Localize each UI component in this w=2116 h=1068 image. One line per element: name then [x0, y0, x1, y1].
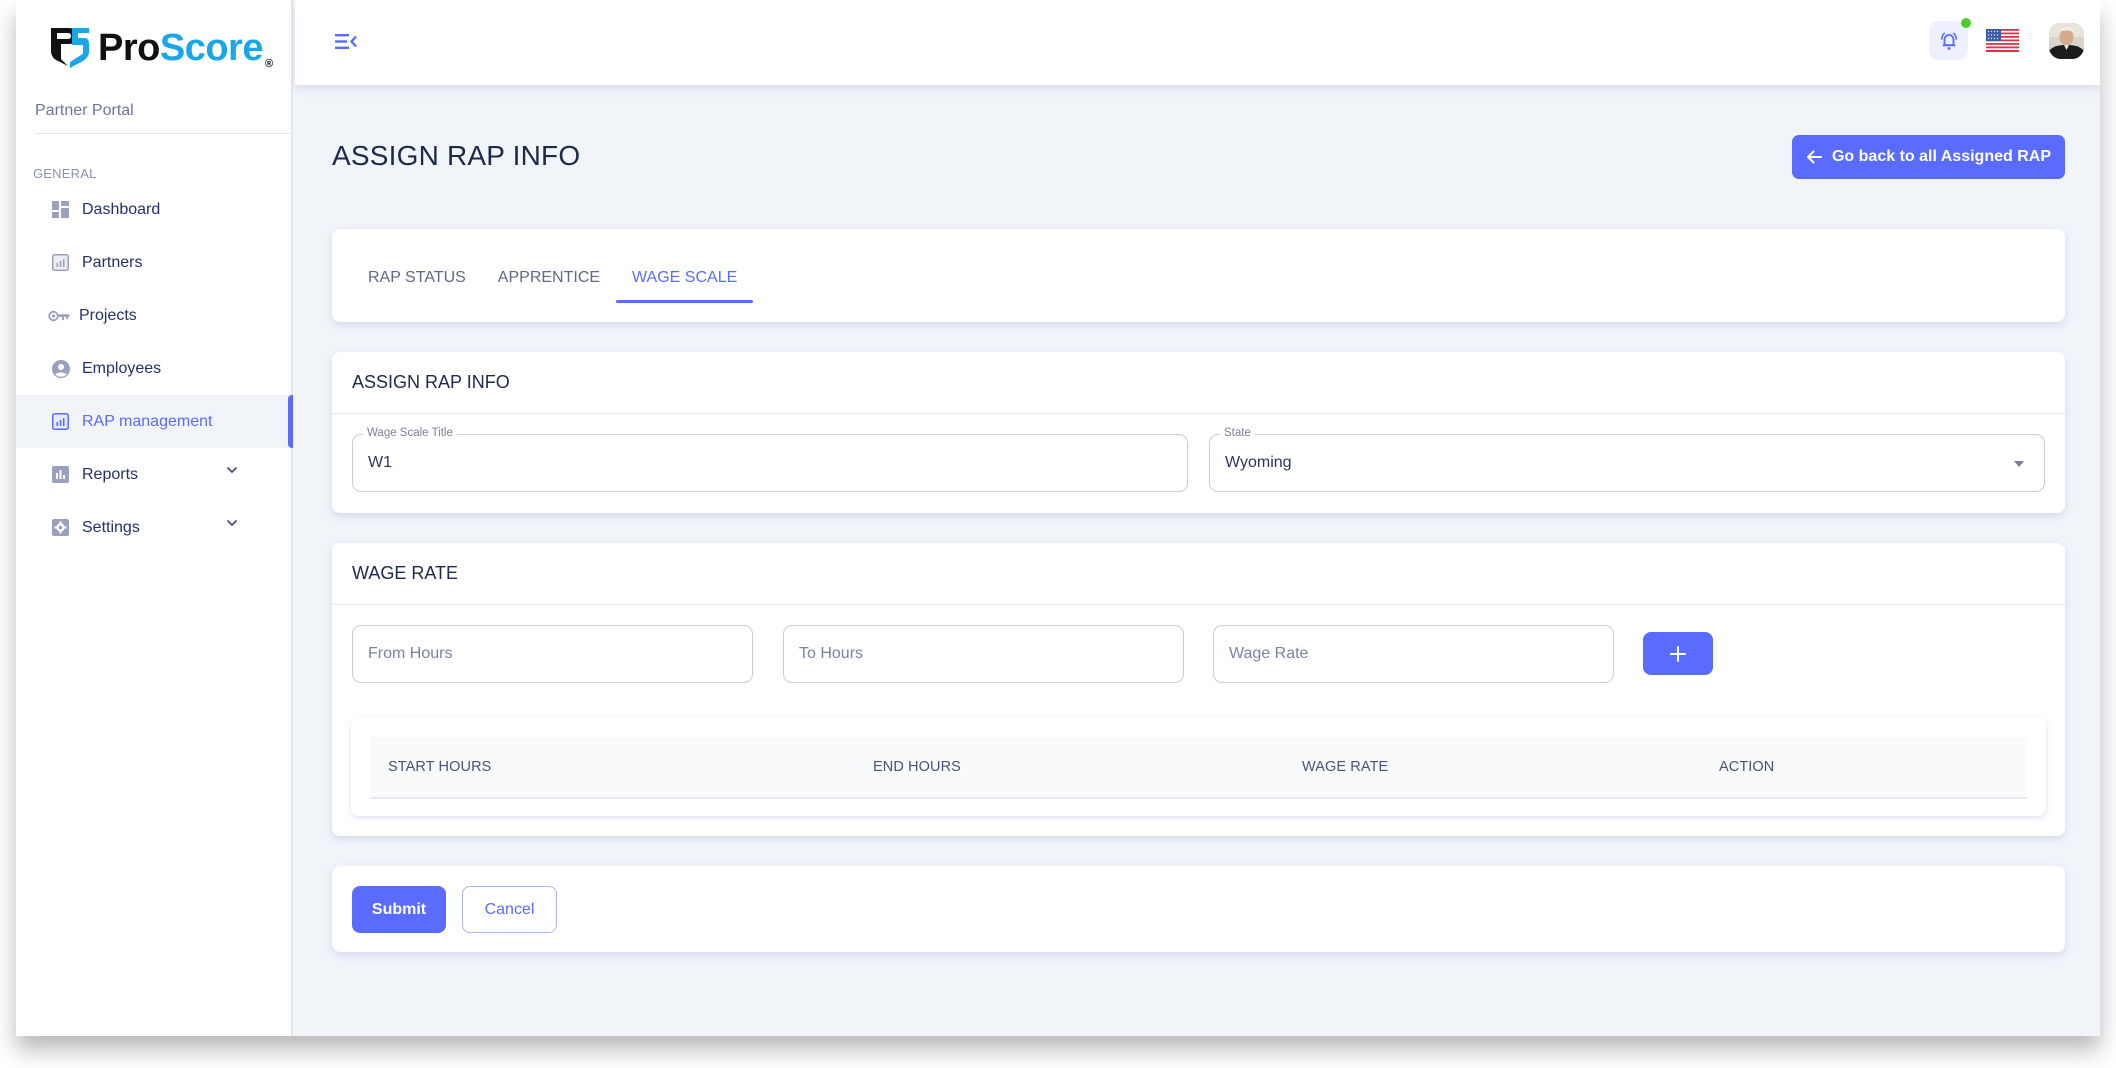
tabs-card: RAP STATUS APPRENTICE WAGE SCALE — [332, 229, 2065, 322]
sidebar-item-rap-management[interactable]: RAP management — [16, 395, 293, 448]
notifications-button[interactable] — [1929, 18, 1971, 60]
app-window: ProScore ® Partner Portal GENERAL Dashbo… — [16, 0, 2100, 1036]
nav-section-label: GENERAL — [33, 166, 97, 181]
sidebar-item-label: Reports — [82, 465, 139, 483]
cancel-button[interactable]: Cancel — [462, 886, 557, 933]
go-back-button[interactable]: Go back to all Assigned RAP — [1792, 135, 2065, 179]
bell-icon — [1940, 31, 1957, 50]
form-actions-card: Submit Cancel — [332, 866, 2065, 952]
bar-chart-box-icon — [51, 253, 70, 272]
tab-rap-status[interactable]: RAP STATUS — [352, 229, 482, 322]
field-label: State — [1220, 427, 1255, 439]
menu-collapse-icon — [335, 34, 357, 49]
go-back-label: Go back to all Assigned RAP — [1831, 148, 2051, 165]
sidebar-item-dashboard[interactable]: Dashboard — [16, 183, 293, 236]
wage-rate-card: WAGE RATE START HOURS END HOURS WAGE RAT… — [332, 543, 2065, 836]
user-avatar[interactable] — [2049, 23, 2084, 59]
chevron-down-icon — [226, 519, 238, 527]
sidebar-item-employees[interactable]: Employees — [16, 342, 293, 395]
column-header-wage-rate: WAGE RATE — [1302, 759, 1389, 775]
sidebar-item-settings[interactable]: Settings — [16, 501, 293, 554]
sidebar-item-label: Partners — [82, 253, 143, 271]
chevron-down-icon — [226, 466, 238, 474]
section-title: WAGE RATE — [332, 543, 2065, 605]
assign-rap-info-card: ASSIGN RAP INFO Wage Scale Title State W… — [332, 352, 2065, 513]
user-circle-icon — [51, 359, 70, 378]
column-header-action: ACTION — [1719, 759, 1775, 775]
tab-bar: RAP STATUS APPRENTICE WAGE SCALE — [332, 229, 754, 322]
top-header — [295, 0, 2100, 85]
portal-subtitle: Partner Portal — [35, 102, 134, 119]
dropdown-arrow-icon — [2014, 461, 2024, 467]
settings-gear-icon — [51, 518, 70, 537]
wage-rate-field[interactable] — [1213, 625, 1614, 683]
sidebar-item-label: RAP management — [82, 412, 213, 430]
notification-status-dot — [1961, 18, 1971, 28]
table-header-row: START HOURS END HOURS WAGE RATE ACTION — [370, 737, 2027, 799]
to-hours-field[interactable] — [783, 625, 1184, 683]
report-chart-icon — [51, 465, 70, 484]
sidebar-item-reports[interactable]: Reports — [16, 448, 293, 501]
column-header-end-hours: END HOURS — [873, 759, 961, 775]
wage-rate-input[interactable] — [1214, 626, 1613, 682]
sidebar-item-partners[interactable]: Partners — [16, 236, 293, 289]
state-select[interactable]: State Wyoming — [1209, 427, 2045, 492]
divider — [35, 133, 291, 134]
key-icon — [48, 306, 70, 325]
menu-collapse-button[interactable] — [335, 34, 357, 54]
column-header-start-hours: START HOURS — [388, 759, 492, 775]
sidebar-item-label: Employees — [82, 359, 162, 377]
sidebar: ProScore ® Partner Portal GENERAL Dashbo… — [16, 0, 293, 1036]
us-flag-icon — [1986, 29, 2019, 52]
sidebar-item-projects[interactable]: Projects — [16, 289, 293, 342]
dashboard-icon — [51, 200, 70, 219]
sidebar-item-label: Projects — [79, 306, 137, 324]
brand-name: ProScore — [98, 27, 263, 69]
sidebar-item-label: Settings — [82, 518, 140, 536]
submit-button[interactable]: Submit — [352, 886, 446, 933]
bar-chart-box-icon — [51, 412, 70, 431]
wage-scale-title-field[interactable]: Wage Scale Title — [352, 427, 1188, 492]
arrow-left-icon — [1806, 150, 1822, 164]
tab-wage-scale[interactable]: WAGE SCALE — [616, 229, 754, 322]
from-hours-field[interactable] — [352, 625, 753, 683]
brand-logo[interactable]: ProScore ® — [48, 24, 273, 70]
sidebar-item-label: Dashboard — [82, 200, 161, 218]
page-title: ASSIGN RAP INFO — [332, 140, 581, 171]
sidebar-nav: Dashboard Partners Projects Employees RA… — [16, 183, 293, 554]
tab-apprentice[interactable]: APPRENTICE — [482, 229, 616, 322]
section-title: ASSIGN RAP INFO — [332, 352, 2065, 414]
wage-rate-table: START HOURS END HOURS WAGE RATE ACTION — [351, 717, 2046, 816]
user-photo — [2049, 23, 2084, 59]
plus-icon — [1670, 645, 1686, 662]
to-hours-input[interactable] — [784, 626, 1183, 682]
state-selected-value: Wyoming — [1225, 454, 1292, 471]
add-wage-rate-button[interactable] — [1643, 632, 1713, 675]
language-selector[interactable] — [1986, 29, 2019, 52]
wage-scale-title-input[interactable] — [353, 435, 1187, 491]
from-hours-input[interactable] — [353, 626, 752, 682]
registered-mark: ® — [264, 58, 274, 70]
proscore-shield-icon — [51, 28, 89, 68]
